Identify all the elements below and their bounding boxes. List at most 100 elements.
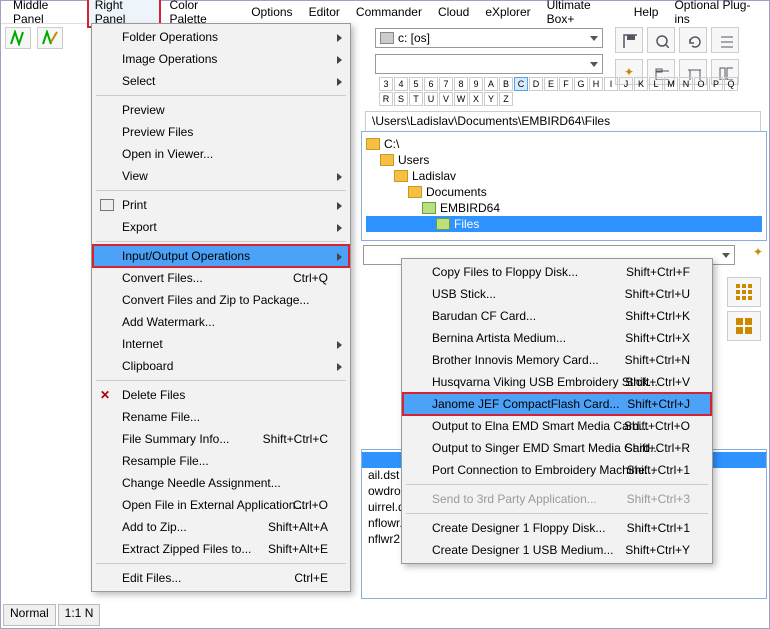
drive-letter-P[interactable]: P: [709, 77, 723, 91]
menu-item[interactable]: Rename File...: [94, 406, 348, 428]
grid-large-button[interactable]: [727, 311, 761, 341]
drive-letter-I[interactable]: I: [604, 77, 618, 91]
menu-item[interactable]: Output to Singer EMD Smart Media Card...…: [404, 437, 710, 459]
zoom-button[interactable]: [647, 27, 675, 53]
drive-letter-Z[interactable]: Z: [499, 92, 513, 106]
menu-item[interactable]: ✕Delete Files: [94, 384, 348, 406]
menu-item[interactable]: Output to Elna EMD Smart Media Card...Sh…: [404, 415, 710, 437]
io-operations-submenu[interactable]: Copy Files to Floppy Disk...Shift+Ctrl+F…: [401, 258, 713, 564]
path-bar[interactable]: \Users\Ladislav\Documents\EMBIRD64\Files: [365, 111, 761, 133]
tree-node[interactable]: Ladislav: [366, 168, 762, 184]
tree-node[interactable]: Users: [366, 152, 762, 168]
tool-zigzag-green[interactable]: [5, 27, 31, 49]
menu-editor[interactable]: Editor: [301, 3, 348, 21]
menu-item[interactable]: Image Operations: [94, 48, 348, 70]
drive-combo[interactable]: c: [os]: [375, 28, 603, 48]
menu-item[interactable]: Barudan CF Card...Shift+Ctrl+K: [404, 305, 710, 327]
drive-letter-E[interactable]: E: [544, 77, 558, 91]
drive-letter-T[interactable]: T: [409, 92, 423, 106]
menu-item[interactable]: USB Stick...Shift+Ctrl+U: [404, 283, 710, 305]
tree-node[interactable]: C:\: [366, 136, 762, 152]
drive-letter-N[interactable]: N: [679, 77, 693, 91]
menu-middle-panel[interactable]: Middle Panel: [5, 0, 87, 28]
tab-1-1[interactable]: 1:1 N: [58, 604, 101, 626]
drive-letter-Y[interactable]: Y: [484, 92, 498, 106]
menu-item[interactable]: Print: [94, 194, 348, 216]
tool-zigzag-edit[interactable]: [37, 27, 63, 49]
tab-normal[interactable]: Normal: [3, 604, 56, 626]
menu-item[interactable]: Export: [94, 216, 348, 238]
folder-tree[interactable]: C:\UsersLadislavDocumentsEMBIRD64Files: [361, 131, 767, 241]
filter-combo[interactable]: [375, 54, 603, 74]
menu-item[interactable]: Create Designer 1 Floppy Disk...Shift+Ct…: [404, 517, 710, 539]
menu-options[interactable]: Options: [243, 3, 300, 21]
menu-item[interactable]: Resample File...: [94, 450, 348, 472]
drive-letter-X[interactable]: X: [469, 92, 483, 106]
menu-item[interactable]: Change Needle Assignment...: [94, 472, 348, 494]
menu-item[interactable]: Husqvarna Viking USB Embroidery Stick...…: [404, 371, 710, 393]
drive-letter-V[interactable]: V: [439, 92, 453, 106]
drive-letter-A[interactable]: A: [484, 77, 498, 91]
menu-item[interactable]: Copy Files to Floppy Disk...Shift+Ctrl+F: [404, 261, 710, 283]
drive-letter-D[interactable]: D: [529, 77, 543, 91]
menu-explorer[interactable]: eXplorer: [477, 3, 538, 21]
drive-letter-Q[interactable]: Q: [724, 77, 738, 91]
drive-letter-C[interactable]: C: [514, 77, 528, 91]
drive-letter-8[interactable]: 8: [454, 77, 468, 91]
save-button[interactable]: [615, 27, 643, 53]
menu-ultimate-box-[interactable]: Ultimate Box+: [539, 0, 626, 28]
grid-small-button[interactable]: [727, 277, 761, 307]
menu-item[interactable]: Folder Operations: [94, 26, 348, 48]
menu-item[interactable]: Add to Zip...Shift+Alt+A: [94, 516, 348, 538]
menu-item[interactable]: Brother Innovis Memory Card...Shift+Ctrl…: [404, 349, 710, 371]
menu-item[interactable]: File Summary Info...Shift+Ctrl+C: [94, 428, 348, 450]
drive-letter-H[interactable]: H: [589, 77, 603, 91]
drive-letter-K[interactable]: K: [634, 77, 648, 91]
drive-letter-G[interactable]: G: [574, 77, 588, 91]
menu-item[interactable]: Bernina Artista Medium...Shift+Ctrl+X: [404, 327, 710, 349]
drive-letter-S[interactable]: S: [394, 92, 408, 106]
tree-node[interactable]: EMBIRD64: [366, 200, 762, 216]
drive-letter-M[interactable]: M: [664, 77, 678, 91]
menu-item[interactable]: Open in Viewer...: [94, 143, 348, 165]
menu-cloud[interactable]: Cloud: [430, 3, 477, 21]
menu-item[interactable]: Select: [94, 70, 348, 92]
menu-item[interactable]: Preview: [94, 99, 348, 121]
tree-node[interactable]: Documents: [366, 184, 762, 200]
drive-letter-5[interactable]: 5: [409, 77, 423, 91]
menu-item[interactable]: Janome JEF CompactFlash Card...Shift+Ctr…: [404, 393, 710, 415]
drive-letter-6[interactable]: 6: [424, 77, 438, 91]
drive-letter-J[interactable]: J: [619, 77, 633, 91]
tree-node[interactable]: Files: [366, 216, 762, 232]
menu-item[interactable]: Preview Files: [94, 121, 348, 143]
menu-item[interactable]: Input/Output Operations: [94, 245, 348, 267]
menu-item[interactable]: Edit Files...Ctrl+E: [94, 567, 348, 589]
refresh-button[interactable]: [679, 27, 707, 53]
drive-letter-U[interactable]: U: [424, 92, 438, 106]
right-panel-menu[interactable]: Folder OperationsImage OperationsSelect P…: [91, 23, 351, 592]
drive-letter-F[interactable]: F: [559, 77, 573, 91]
menu-item[interactable]: Add Watermark...: [94, 311, 348, 333]
menu-item[interactable]: Create Designer 1 USB Medium...Shift+Ctr…: [404, 539, 710, 561]
menu-item[interactable]: Convert Files...Ctrl+Q: [94, 267, 348, 289]
drive-letter-3[interactable]: 3: [379, 77, 393, 91]
menu-item[interactable]: Internet: [94, 333, 348, 355]
drive-letter-W[interactable]: W: [454, 92, 468, 106]
menu-optional-plug-ins[interactable]: Optional Plug-ins: [666, 0, 769, 28]
drive-letter-7[interactable]: 7: [439, 77, 453, 91]
menu-help[interactable]: Help: [626, 3, 667, 21]
drive-letter-9[interactable]: 9: [469, 77, 483, 91]
drive-letter-B[interactable]: B: [499, 77, 513, 91]
menu-item[interactable]: Convert Files and Zip to Package...: [94, 289, 348, 311]
menu-item[interactable]: Open File in External Application...Ctrl…: [94, 494, 348, 516]
menu-item[interactable]: Port Connection to Embroidery Machine...…: [404, 459, 710, 481]
drive-letter-R[interactable]: R: [379, 92, 393, 106]
menu-item[interactable]: Clipboard: [94, 355, 348, 377]
menu-item[interactable]: View: [94, 165, 348, 187]
drive-letter-O[interactable]: O: [694, 77, 708, 91]
drive-letter-L[interactable]: L: [649, 77, 663, 91]
drive-letter-4[interactable]: 4: [394, 77, 408, 91]
menu-item[interactable]: Extract Zipped Files to...Shift+Alt+E: [94, 538, 348, 560]
settings-button[interactable]: [711, 27, 739, 53]
menu-commander[interactable]: Commander: [348, 3, 430, 21]
